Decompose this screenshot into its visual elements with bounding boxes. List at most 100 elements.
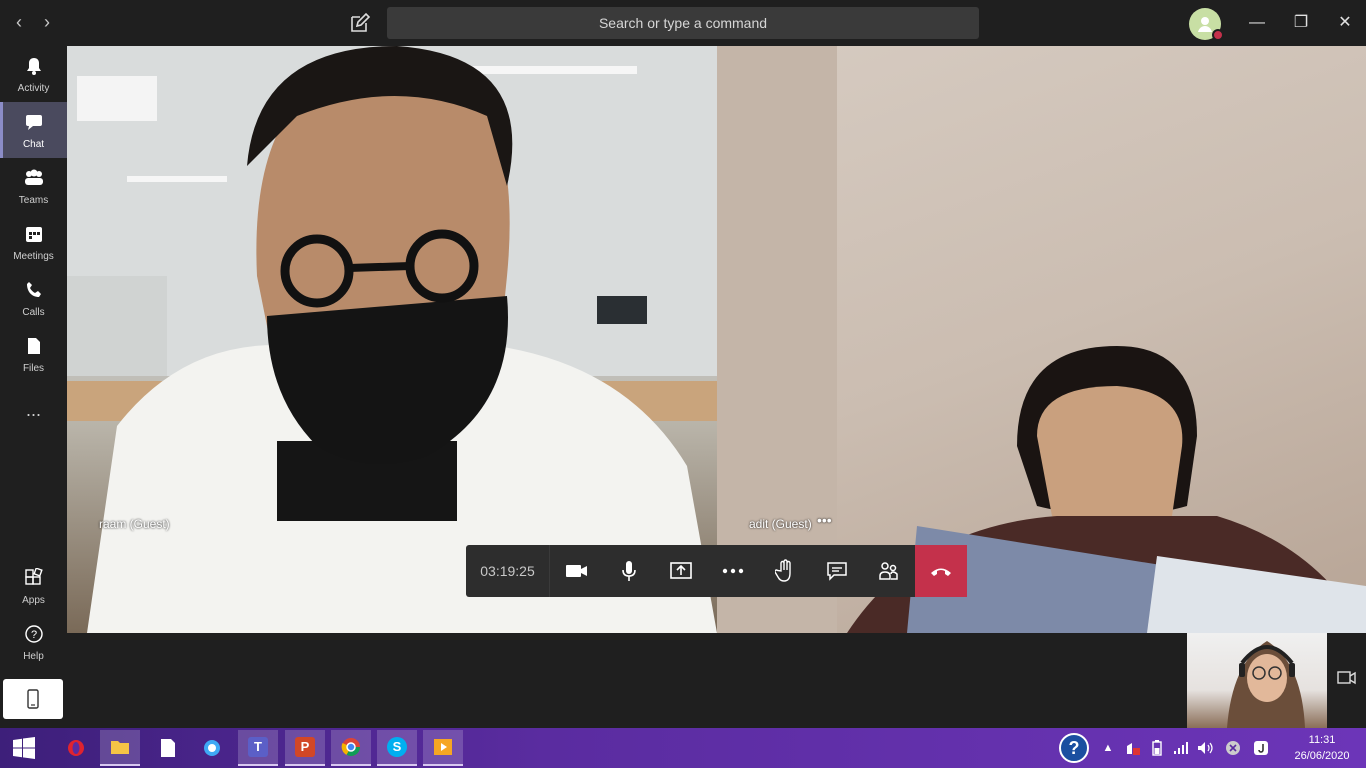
rail-apps[interactable]: Apps xyxy=(0,558,67,614)
raise-hand-button[interactable] xyxy=(759,545,811,597)
help-tray[interactable]: ? xyxy=(1056,728,1092,768)
taskbar-chrome[interactable] xyxy=(331,730,371,766)
rail-label: Teams xyxy=(18,195,49,206)
network-alert-icon[interactable] xyxy=(1122,728,1144,768)
chat-icon xyxy=(25,115,42,130)
video-toggle-icon[interactable] xyxy=(1337,669,1357,687)
call-footer xyxy=(67,633,1187,728)
self-video-preview[interactable] xyxy=(1187,633,1327,728)
rail-files[interactable]: Files xyxy=(0,326,67,382)
rail-chat[interactable]: Chat xyxy=(0,102,67,158)
more-actions-button[interactable] xyxy=(707,545,759,597)
skype-icon: S xyxy=(387,737,407,757)
share-screen-icon xyxy=(670,562,692,579)
folder-icon xyxy=(111,741,129,754)
call-controls: 03:19:25 xyxy=(466,545,967,597)
tray-close-circle-icon[interactable] xyxy=(1222,728,1244,768)
signal-icon[interactable] xyxy=(1170,728,1192,768)
rail-label: Chat xyxy=(22,139,45,150)
restore-icon[interactable]: ❐ xyxy=(1288,10,1314,36)
document-icon xyxy=(161,739,175,757)
media-player-icon xyxy=(434,739,452,755)
participant-name: adit (Guest) xyxy=(749,517,812,531)
minimize-icon[interactable]: — xyxy=(1244,10,1270,36)
windows-taskbar: T P S ? ▲ 11:31 26/06/2020 xyxy=(0,728,1366,768)
more-icon xyxy=(722,568,744,574)
app-rail: Activity Chat Teams Meetings Calls Files… xyxy=(0,46,67,728)
volume-icon[interactable] xyxy=(1194,728,1216,768)
title-bar: ‹ › Search or type a command — ❐ ✕ xyxy=(0,0,1366,46)
taskbar-document[interactable] xyxy=(148,730,188,766)
camera-button[interactable] xyxy=(551,545,603,597)
taskbar-media-player[interactable] xyxy=(423,730,463,766)
apps-icon xyxy=(24,567,43,585)
more-apps-button[interactable]: ... xyxy=(0,390,67,430)
rail-help[interactable]: ? Help xyxy=(0,614,67,670)
rail-label: Calls xyxy=(22,307,45,318)
clock-time: 11:31 xyxy=(1308,734,1336,746)
self-video-frame xyxy=(1227,641,1305,728)
powerpoint-icon: P xyxy=(295,737,315,757)
rail-label: Apps xyxy=(22,595,45,606)
tray-expand-icon[interactable]: ▲ xyxy=(1100,728,1116,768)
taskbar-browser[interactable] xyxy=(192,730,232,766)
rail-label: Help xyxy=(23,651,44,662)
status-badge xyxy=(1212,29,1224,41)
browser-icon xyxy=(204,740,220,756)
bell-icon xyxy=(26,58,41,75)
share-screen-button[interactable] xyxy=(655,545,707,597)
compose-icon[interactable] xyxy=(348,11,372,35)
battery-icon[interactable] xyxy=(1146,728,1168,768)
taskbar-skype[interactable]: S xyxy=(377,730,417,766)
microphone-button[interactable] xyxy=(603,545,655,597)
system-clock[interactable]: 11:31 26/06/2020 xyxy=(1282,732,1362,764)
rail-label: Activity xyxy=(17,83,50,94)
taskbar-powerpoint[interactable]: P xyxy=(285,730,325,766)
clock-date: 26/06/2020 xyxy=(1294,750,1350,762)
camera-icon xyxy=(566,565,587,577)
show-conversation-button[interactable] xyxy=(811,545,863,597)
show-participants-button[interactable] xyxy=(863,545,915,597)
close-icon[interactable]: ✕ xyxy=(1332,10,1358,36)
rail-calls[interactable]: Calls xyxy=(0,270,67,326)
participants-icon xyxy=(879,562,898,580)
rail-activity[interactable]: Activity xyxy=(0,46,67,102)
search-input[interactable]: Search or type a command xyxy=(387,7,979,39)
participant-name: raam (Guest) xyxy=(99,517,170,531)
back-arrow-icon[interactable]: ‹ xyxy=(9,12,29,32)
rail-label: ... xyxy=(25,400,41,420)
user-avatar[interactable] xyxy=(1189,8,1224,41)
start-button[interactable] xyxy=(4,730,44,766)
rail-teams[interactable]: Teams xyxy=(0,158,67,214)
share-tray xyxy=(1327,633,1366,728)
call-timer: 03:19:25 xyxy=(466,545,550,597)
rail-label: Files xyxy=(22,363,45,374)
microphone-icon xyxy=(622,561,636,581)
teams-icon xyxy=(24,169,43,185)
file-icon xyxy=(27,338,40,354)
calendar-icon xyxy=(25,227,42,242)
tray-app-icon[interactable] xyxy=(1250,728,1272,768)
help-circle-icon: ? xyxy=(1059,733,1089,763)
hand-icon xyxy=(775,559,791,582)
taskbar-teams[interactable]: T xyxy=(238,730,278,766)
svg-text:?: ? xyxy=(30,629,36,641)
forward-arrow-icon[interactable]: › xyxy=(37,12,57,32)
teams-app-icon: T xyxy=(248,737,268,757)
rail-label: Meetings xyxy=(13,251,54,262)
chat-bubble-icon xyxy=(827,562,847,581)
taskbar-file-explorer[interactable] xyxy=(100,730,140,766)
help-icon: ? xyxy=(24,625,43,643)
windows-icon xyxy=(13,737,35,759)
opera-icon xyxy=(68,740,84,756)
participant-more-icon[interactable]: ••• xyxy=(817,512,832,528)
hang-up-button[interactable] xyxy=(915,545,967,597)
mobile-icon xyxy=(27,689,39,709)
hang-up-icon xyxy=(931,568,951,576)
taskbar-opera[interactable] xyxy=(56,730,96,766)
mobile-app-button[interactable] xyxy=(3,679,63,719)
chrome-icon xyxy=(341,738,360,757)
svg-text:?: ? xyxy=(1069,738,1080,758)
rail-meetings[interactable]: Meetings xyxy=(0,214,67,270)
phone-icon xyxy=(26,282,41,297)
